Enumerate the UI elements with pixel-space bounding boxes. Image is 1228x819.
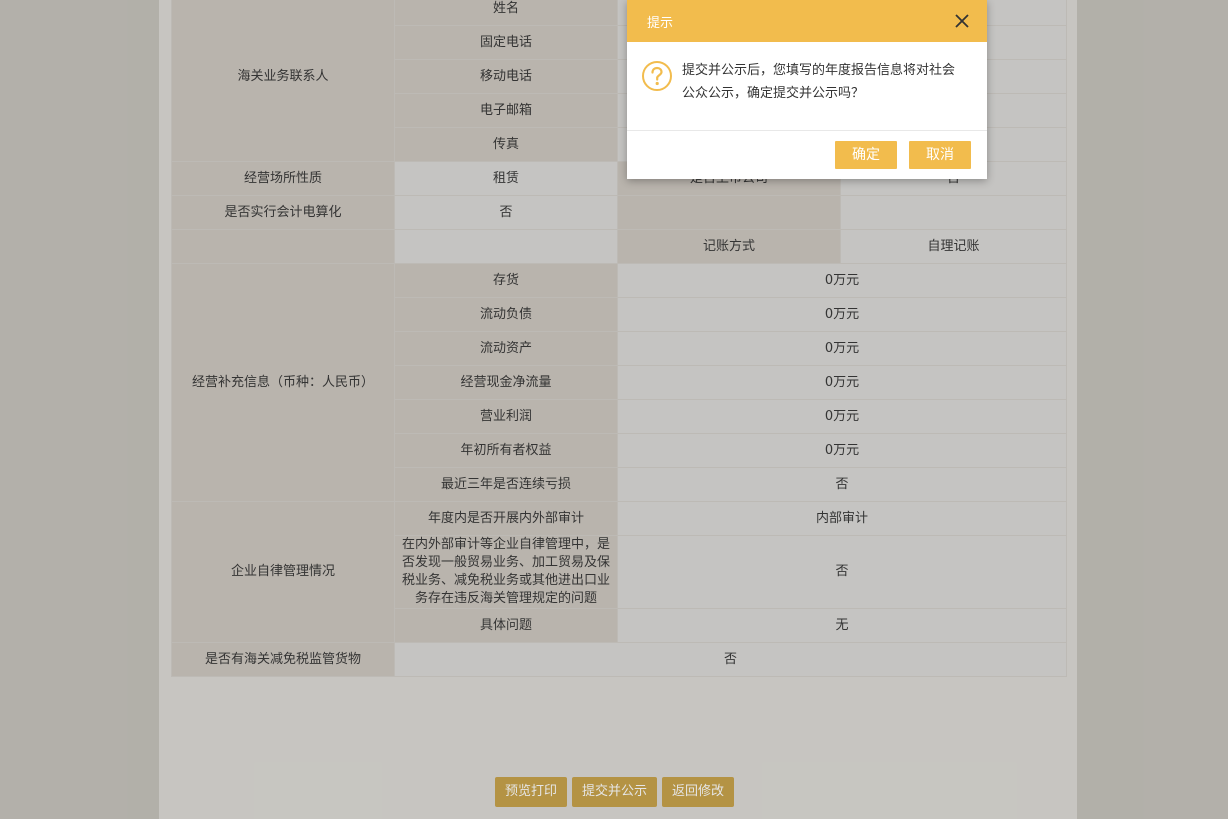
dialog-footer: 确定 取消 bbox=[627, 130, 987, 179]
dialog-header: 提示 bbox=[627, 0, 987, 42]
dialog-message: 提交并公示后，您填写的年度报告信息将对社会公众公示，确定提交并公示吗？ bbox=[682, 63, 956, 101]
question-icon bbox=[642, 61, 672, 91]
dialog-title: 提示 bbox=[647, 15, 674, 31]
cancel-button[interactable]: 取消 bbox=[909, 141, 971, 169]
modal-backdrop bbox=[0, 0, 1228, 819]
confirm-button[interactable]: 确定 bbox=[835, 141, 897, 169]
confirm-dialog: 提示 提交并公示后，您填写的年度报告信息将对社会公众公示，确定提交并公示吗？ 确… bbox=[627, 0, 987, 179]
close-icon[interactable] bbox=[955, 14, 969, 28]
dialog-body: 提交并公示后，您填写的年度报告信息将对社会公众公示，确定提交并公示吗？ bbox=[627, 42, 987, 130]
